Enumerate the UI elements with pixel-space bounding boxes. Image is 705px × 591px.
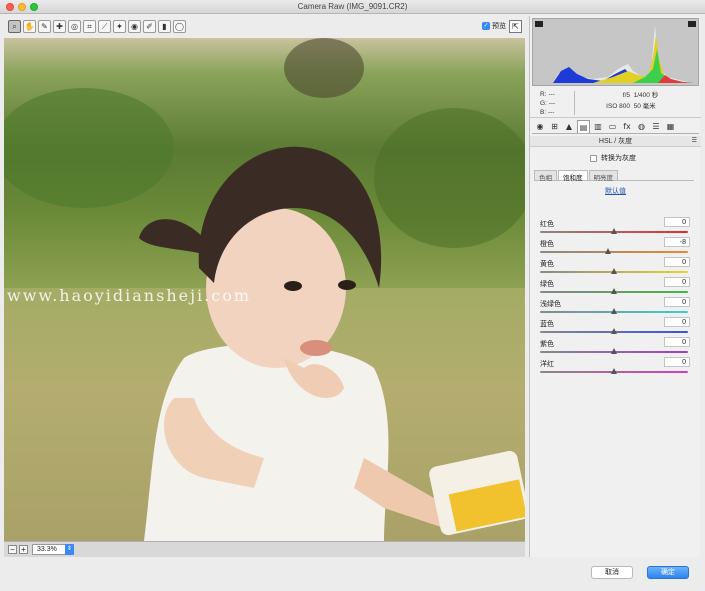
zoom-out-button[interactable]: − <box>8 545 17 554</box>
slider-row: 紫色 0 <box>540 337 690 359</box>
presets-tab-icon[interactable]: ☰ <box>650 120 663 133</box>
zoom-bar: − + 33.3% ⇕ <box>4 541 525 557</box>
slider-label: 绿色 <box>540 281 554 288</box>
slider-thumb[interactable] <box>611 328 617 334</box>
shutter-value: 1/400 秒 <box>633 92 659 99</box>
slider-row: 蓝色 0 <box>540 317 690 339</box>
slider-value-field[interactable]: 0 <box>664 297 690 307</box>
window-title: Camera Raw (IMG_9091.CR2) <box>297 2 408 11</box>
panel-tabs: ◉ ⊞ ▲ ▤ ▥ ▭ fx ◍ ☰ ▦ <box>532 120 699 134</box>
ok-button[interactable]: 确定 <box>647 566 689 579</box>
tool-bar: ⌕ ✋ ✎ ✚ ◎ ⌗ ⟋ ✦ ◉ ✐ ▮ ◯ ✓ 预览 ⇱ <box>4 16 524 38</box>
fullscreen-button[interactable]: ⇱ <box>509 20 522 33</box>
r-value: --- <box>548 91 555 98</box>
tab-luminance[interactable]: 明亮度 <box>588 170 618 182</box>
image-info: R: --- G: --- B: --- f/5 1/400 秒 ISO 800… <box>530 88 701 118</box>
g-value: --- <box>548 100 556 107</box>
color-sampler-tool[interactable]: ✚ <box>53 20 66 33</box>
rgb-readout: R: --- G: --- B: --- <box>540 91 556 116</box>
preview-label: 预览 <box>492 23 506 30</box>
crop-tool[interactable]: ⌗ <box>83 20 96 33</box>
slider-value-field[interactable]: 0 <box>664 337 690 347</box>
slider-row: 红色 0 <box>540 217 690 239</box>
slider-thumb[interactable] <box>611 368 617 374</box>
histogram-graph <box>553 25 693 83</box>
histogram <box>532 18 699 86</box>
slider-row: 洋红 0 <box>540 357 690 379</box>
slider-label: 蓝色 <box>540 321 554 328</box>
tone-curve-tab-icon[interactable]: ⊞ <box>548 120 561 133</box>
grayscale-checkbox[interactable] <box>590 154 597 162</box>
slider-value-field[interactable]: 0 <box>664 357 690 367</box>
hsl-tab-icon[interactable]: ▤ <box>577 120 590 133</box>
focal-value: 50 毫米 <box>633 103 656 110</box>
default-link[interactable]: 默认值 <box>530 186 701 196</box>
red-eye-tool[interactable]: ◉ <box>128 20 141 33</box>
spot-removal-tool[interactable]: ✦ <box>113 20 126 33</box>
tab-hue[interactable]: 色相 <box>534 170 557 182</box>
slider-label: 橙色 <box>540 241 554 248</box>
slider-value-field[interactable]: -8 <box>664 237 690 247</box>
aperture-value: f/5 <box>622 92 630 99</box>
slider-thumb[interactable] <box>611 348 617 354</box>
zoom-select[interactable]: 33.3% ⇕ <box>32 544 74 555</box>
slider-track[interactable] <box>540 251 688 253</box>
adjustment-brush-tool[interactable]: ✐ <box>143 20 156 33</box>
slider-thumb[interactable] <box>611 228 617 234</box>
radial-filter-tool[interactable]: ◯ <box>173 20 186 33</box>
settings-panel: R: --- G: --- B: --- f/5 1/400 秒 ISO 800… <box>529 16 701 557</box>
lens-corrections-tab-icon[interactable]: ▭ <box>606 120 619 133</box>
slider-value-field[interactable]: 0 <box>664 317 690 327</box>
preview-toggle[interactable]: ✓ 预览 <box>482 21 506 31</box>
hsl-subtabs: 色相 饱和度 明亮度 <box>534 170 694 182</box>
basic-tab-icon[interactable]: ◉ <box>534 120 547 133</box>
slider-value-field[interactable]: 0 <box>664 217 690 227</box>
hand-tool[interactable]: ✋ <box>23 20 36 33</box>
slider-row: 绿色 0 <box>540 277 690 299</box>
slider-row: 黄色 0 <box>540 257 690 279</box>
slider-row: 橙色 -8 <box>540 237 690 259</box>
image-preview[interactable]: www.haoyidiansheji.com <box>4 38 525 541</box>
zoom-tool[interactable]: ⌕ <box>8 20 21 33</box>
iso-value: ISO 800 <box>606 103 630 110</box>
chevron-down-icon: ⇕ <box>65 544 74 555</box>
camera-calibration-tab-icon[interactable]: ◍ <box>635 120 648 133</box>
slider-label: 黄色 <box>540 261 554 268</box>
grayscale-label: 转换为灰度 <box>601 155 636 162</box>
slider-label: 紫色 <box>540 341 554 348</box>
cancel-button[interactable]: 取消 <box>591 566 633 579</box>
zoom-in-button[interactable]: + <box>19 545 28 554</box>
slider-thumb[interactable] <box>611 288 617 294</box>
title-bar: Camera Raw (IMG_9091.CR2) <box>0 0 705 14</box>
detail-tab-icon[interactable]: ▲ <box>563 120 576 133</box>
tab-saturation[interactable]: 饱和度 <box>558 170 588 182</box>
target-adjust-tool[interactable]: ◎ <box>68 20 81 33</box>
graduated-filter-tool[interactable]: ▮ <box>158 20 171 33</box>
split-toning-tab-icon[interactable]: ▥ <box>592 120 605 133</box>
effects-tab-icon[interactable]: fx <box>621 120 634 133</box>
divider <box>574 91 575 115</box>
b-value: --- <box>547 109 555 116</box>
slider-value-field[interactable]: 0 <box>664 277 690 287</box>
straighten-tool[interactable]: ⟋ <box>98 20 111 33</box>
convert-grayscale-toggle[interactable]: 转换为灰度 <box>590 153 636 163</box>
slider-label: 红色 <box>540 221 554 228</box>
slider-label: 浅绿色 <box>540 301 561 308</box>
slider-value-field[interactable]: 0 <box>664 257 690 267</box>
panel-menu-icon[interactable]: ☰ <box>692 136 697 147</box>
zoom-value: 33.3% <box>37 546 57 553</box>
slider-label: 洋红 <box>540 361 554 368</box>
watermark-text: www.haoyidiansheji.com <box>7 286 252 305</box>
exif-info: f/5 1/400 秒 ISO 800 50 毫米 <box>592 90 692 112</box>
slider-thumb[interactable] <box>611 308 617 314</box>
slider-thumb[interactable] <box>605 248 612 254</box>
section-title: HSL / 灰度 ☰ <box>530 136 701 147</box>
preview-checkbox[interactable]: ✓ <box>482 22 490 30</box>
white-balance-tool[interactable]: ✎ <box>38 20 51 33</box>
snapshots-tab-icon[interactable]: ▦ <box>664 120 677 133</box>
slider-thumb[interactable] <box>611 268 617 274</box>
slider-row: 浅绿色 0 <box>540 297 690 319</box>
